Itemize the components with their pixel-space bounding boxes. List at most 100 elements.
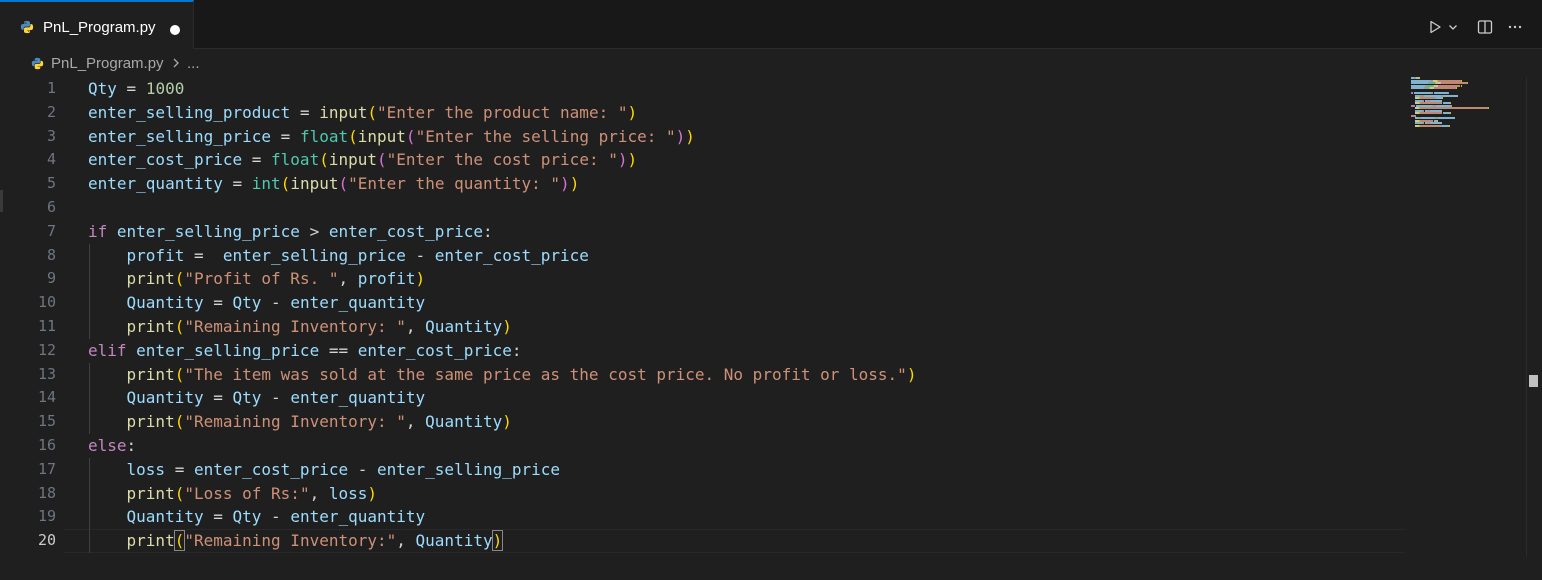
- code-token: (: [377, 150, 387, 170]
- code-line[interactable]: 10 Quantity = Qty - enter_quantity: [0, 291, 1405, 315]
- line-code: print("Profit of Rs. ", profit): [88, 267, 426, 291]
- code-token: enter_selling_product: [88, 102, 291, 122]
- code-token: ,: [338, 269, 358, 289]
- minimap-token: [1441, 124, 1449, 127]
- code-line[interactable]: 14 Quantity = Qty - enter_quantity: [0, 386, 1405, 410]
- code-token: (: [319, 150, 329, 170]
- code-line[interactable]: 20 print("Remaining Inventory:", Quantit…: [0, 529, 1405, 553]
- code-token: (: [367, 102, 378, 122]
- line-number: 19: [37, 507, 56, 526]
- line-code: Quantity = Qty - enter_quantity: [88, 291, 426, 315]
- minimap-token: [1438, 117, 1456, 119]
- code-token: ): [367, 483, 378, 503]
- code-token: "Profit of Rs. ": [184, 269, 339, 289]
- code-token: 1000: [145, 79, 185, 98]
- code-token: :: [511, 340, 522, 360]
- code-token: (: [405, 126, 416, 146]
- code-line[interactable]: 11 print("Remaining Inventory: ", Quanti…: [0, 315, 1405, 339]
- code-token: -: [261, 388, 291, 408]
- code-token: input: [290, 174, 339, 194]
- code-token: =: [116, 79, 146, 98]
- code-line[interactable]: 2 enter_selling_product = input("Enter th…: [0, 101, 1405, 125]
- code-token: float: [271, 150, 320, 170]
- code-token: =: [203, 388, 233, 408]
- code-token: -: [348, 459, 377, 479]
- code-token: enter_selling_price: [222, 245, 406, 265]
- code-token: "Loss of Rs:": [184, 483, 310, 503]
- minimap-token: [1448, 124, 1450, 127]
- code-token: -: [261, 293, 291, 313]
- editor-actions: [1424, 17, 1526, 37]
- line-code: print("Remaining Inventory: ", Quantity): [88, 315, 512, 339]
- code-line[interactable]: 1 Qty = 1000: [0, 77, 1405, 101]
- code-token: print: [126, 269, 175, 289]
- unsaved-dot-icon[interactable]: [170, 25, 180, 35]
- code-line[interactable]: 19 Quantity = Qty - enter_quantity: [0, 505, 1405, 529]
- more-actions-button[interactable]: [1504, 17, 1526, 37]
- code-token: "Remaining Inventory:": [184, 531, 397, 551]
- line-number: 5: [46, 174, 56, 193]
- code-line[interactable]: 3 enter_selling_price = float(input("Ente…: [0, 125, 1405, 149]
- code-line[interactable]: 17 loss = enter_cost_price - enter_selli…: [0, 458, 1405, 482]
- code-token: Qty: [232, 507, 262, 527]
- minimap[interactable]: [1411, 77, 1511, 137]
- code-token: enter_selling_price: [136, 340, 320, 360]
- minimap-token: [1456, 87, 1457, 89]
- minimap-token: [1443, 94, 1458, 97]
- code-token: ): [502, 317, 512, 336]
- code-token: (: [338, 174, 349, 194]
- code-token: -: [405, 245, 435, 265]
- line-number: 17: [37, 459, 56, 478]
- line-number: 18: [37, 483, 56, 502]
- breadcrumb-symbols[interactable]: ...: [187, 55, 200, 72]
- code-line[interactable]: 4 enter_cost_price = float(input("Enter t…: [0, 148, 1405, 172]
- breadcrumb-file[interactable]: PnL_Program.py: [51, 55, 164, 72]
- code-token: ): [560, 174, 570, 194]
- line-number: 6: [46, 198, 56, 216]
- code-line[interactable]: 6: [0, 196, 1405, 220]
- code-line[interactable]: 13 print("The item was sold at the same …: [0, 363, 1405, 387]
- minimap-token: [1442, 112, 1450, 114]
- split-editor-button[interactable]: [1474, 17, 1496, 37]
- code-line[interactable]: 18 print("Loss of Rs:", loss): [0, 482, 1405, 506]
- code-token: -: [261, 507, 291, 527]
- code-token: (: [174, 412, 185, 432]
- line-number: 12: [37, 340, 56, 359]
- code-line[interactable]: 7 if enter_selling_price > enter_cost_pri…: [0, 220, 1405, 244]
- code-line[interactable]: 16 else:: [0, 434, 1405, 458]
- code-line[interactable]: 8 profit = enter_selling_price - enter_c…: [0, 244, 1405, 268]
- code-token: ): [627, 102, 638, 122]
- code-line[interactable]: 12 elif enter_selling_price == enter_cost…: [0, 339, 1405, 363]
- line-code: print("The item was sold at the same pri…: [88, 363, 917, 387]
- vertical-scrollbar[interactable]: [1526, 77, 1540, 557]
- code-token: if: [88, 221, 108, 241]
- code-token: =: [271, 126, 300, 146]
- code-line[interactable]: 5 enter_quantity = int(input("Enter the q…: [0, 172, 1405, 196]
- run-button[interactable]: [1424, 17, 1446, 37]
- code-token: ): [627, 150, 638, 170]
- run-menu-button[interactable]: [1446, 17, 1460, 37]
- code-token: =: [290, 102, 320, 122]
- code-token: enter_quantity: [290, 507, 426, 527]
- code-token: Quantity: [425, 317, 503, 336]
- code-token: input: [319, 102, 368, 122]
- code-token: enter_selling_price: [88, 126, 272, 146]
- code-token: =: [203, 293, 233, 313]
- code-line[interactable]: 9 print("Profit of Rs. ", profit): [0, 267, 1405, 291]
- tab-pnl-program[interactable]: PnL_Program.py: [0, 0, 194, 49]
- code-token: int: [251, 174, 281, 194]
- code-token: print: [126, 317, 175, 336]
- code-editor[interactable]: 1 Qty = 1000 2 enter_selling_product = inpu…: [0, 77, 1405, 557]
- code-line[interactable]: 15 print("Remaining Inventory: ", Quanti…: [0, 410, 1405, 434]
- line-code: else:: [88, 434, 136, 458]
- minimap-token: [1487, 107, 1489, 109]
- minimap-token: [1466, 82, 1468, 84]
- line-number: 3: [46, 126, 56, 145]
- code-token: enter_quantity: [290, 388, 426, 408]
- indent-guide: [89, 243, 90, 339]
